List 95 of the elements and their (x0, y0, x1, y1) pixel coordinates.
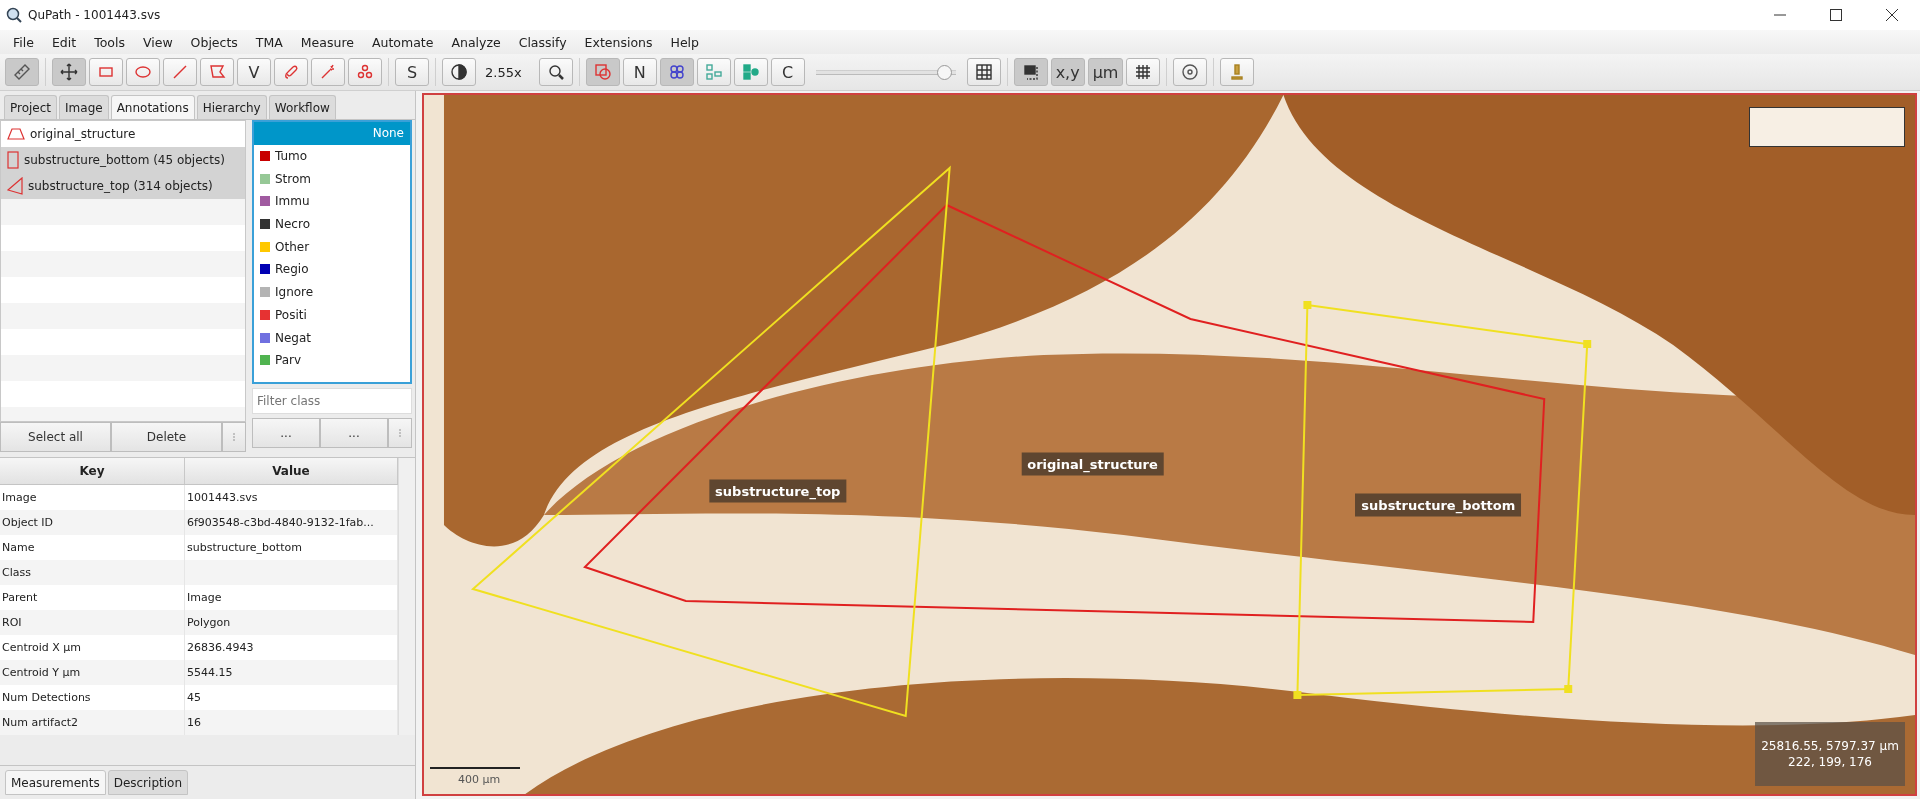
triangle-icon (7, 177, 23, 195)
panel-tab[interactable]: Annotations (110, 95, 195, 119)
menu-item[interactable]: View (133, 34, 182, 50)
class-name: Regio (275, 262, 309, 277)
pixel-value: 222, 199, 176 (1788, 755, 1872, 769)
list-button[interactable]: Delete (111, 422, 222, 452)
toolbar-button[interactable] (966, 58, 1001, 86)
panel-tab[interactable]: Image (59, 95, 109, 119)
contrast-icon (450, 63, 468, 81)
menu-item[interactable]: File (4, 34, 43, 50)
class-button[interactable]: ... (320, 418, 388, 448)
annotation-row[interactable]: substructure_bottom (45 objects) (1, 147, 245, 173)
overview-icon (1021, 63, 1040, 81)
overview-thumbnail[interactable] (1749, 107, 1905, 147)
image-viewer[interactable]: original_structure substructure_top substructure_bottom 400 µm 25816.55, 5797.37 µm 222, 199, 176 (422, 93, 1917, 796)
panel-tab[interactable]: Measurements (5, 770, 106, 795)
menu-item[interactable]: Edit (42, 34, 86, 50)
class-name: Negat (275, 330, 312, 345)
list-button[interactable]: Select all (0, 422, 111, 452)
brush-icon (282, 63, 300, 81)
toolbar-button[interactable] (442, 58, 476, 86)
annotation-row[interactable]: substructure_top (314 objects) (1, 173, 245, 199)
annotation-outline[interactable] (1293, 301, 1592, 699)
slider-thumb[interactable] (936, 64, 952, 80)
menu-item[interactable]: Classify (509, 34, 576, 50)
grid-icon (1134, 63, 1153, 81)
ellipse-icon (134, 63, 152, 81)
polygon-icon (7, 128, 25, 140)
detections-icon (667, 63, 686, 81)
toolbar-button[interactable] (52, 58, 86, 86)
menu-item[interactable]: Objects (181, 34, 247, 50)
panel-tab[interactable]: Hierarchy (196, 95, 267, 119)
annotation-name: substructure_bottom (45 objects) (24, 153, 225, 167)
annotations-icon (593, 63, 612, 81)
class-name: Positi (275, 307, 307, 322)
menu-item[interactable]: Measure (291, 34, 363, 50)
toolbar-button[interactable]: C (770, 58, 805, 86)
panel-tab[interactable]: Project (4, 95, 58, 119)
toolbar-button[interactable]: S (395, 58, 429, 86)
class-name: Immu (275, 194, 310, 209)
zoom-icon (546, 63, 565, 81)
toolbar-button[interactable] (538, 58, 573, 86)
annotation-outline[interactable] (583, 203, 1546, 624)
annotation-name: substructure_top (314 objects) (28, 179, 213, 193)
zoom-readout: 2.55x (484, 64, 523, 80)
panel-tab[interactable]: Description (107, 770, 188, 795)
menu-item[interactable]: Extensions (575, 34, 662, 50)
annotation-name: original_structure (30, 127, 136, 141)
wand-icon (319, 63, 337, 81)
target-icon (1181, 63, 1200, 81)
points-icon (356, 63, 374, 81)
filter-field[interactable]: Filter class (252, 388, 412, 414)
class-name: Strom (275, 171, 312, 186)
class-name: Necro (275, 217, 310, 232)
tma-grid-icon (704, 63, 723, 81)
class-name: Parv (275, 353, 302, 368)
panel-tab[interactable]: Workflow (268, 95, 336, 119)
ruler-icon (13, 63, 31, 81)
class-name: Tumo (275, 149, 308, 164)
annotation-label: substructure_bottom (1355, 493, 1522, 517)
toolbar-button[interactable] (1126, 58, 1161, 86)
column-header[interactable]: Key (0, 458, 185, 484)
move-icon (60, 63, 78, 81)
menu-item[interactable]: TMA (246, 34, 292, 50)
close-icon (1886, 9, 1898, 21)
table-cell: Num artifact2 (0, 710, 185, 735)
class-name: Ignore (275, 285, 314, 300)
menu-item[interactable]: Help (661, 34, 708, 50)
polygon-icon (208, 63, 226, 81)
toolbar-button[interactable] (1173, 58, 1208, 86)
toolbar-button[interactable]: V (237, 58, 271, 86)
minimize-icon (1774, 14, 1786, 16)
maximize-icon (1830, 9, 1842, 21)
class-name: None (372, 126, 404, 141)
toolbar-button[interactable]: N (622, 58, 657, 86)
menu-item[interactable]: Automate (362, 34, 443, 50)
scale-label: 400 µm (457, 773, 502, 786)
menu-item[interactable]: Analyze (442, 34, 510, 50)
table-icon (974, 63, 993, 81)
class-name: Other (275, 239, 310, 254)
menu-item[interactable]: Tools (85, 34, 134, 50)
app-logo-icon (6, 7, 22, 23)
toolbar-button[interactable] (659, 58, 694, 86)
line-icon (171, 63, 189, 81)
annotation-label: original_structure (1021, 452, 1164, 476)
class-button[interactable]: ... (252, 418, 320, 448)
window-title: QuPath - 1001443.svs (28, 8, 162, 22)
toolbar-button[interactable]: x,y (1050, 58, 1085, 86)
annotation-label: substructure_top (709, 479, 847, 503)
rectangle-icon (7, 151, 19, 169)
objects-icon (741, 63, 760, 81)
vertical-scrollbar[interactable] (398, 485, 415, 735)
toolbar-button[interactable] (1013, 58, 1048, 86)
toolbar-button[interactable]: µm (1087, 58, 1124, 86)
cursor-position: 25816.55, 5797.37 µm (1761, 739, 1899, 753)
